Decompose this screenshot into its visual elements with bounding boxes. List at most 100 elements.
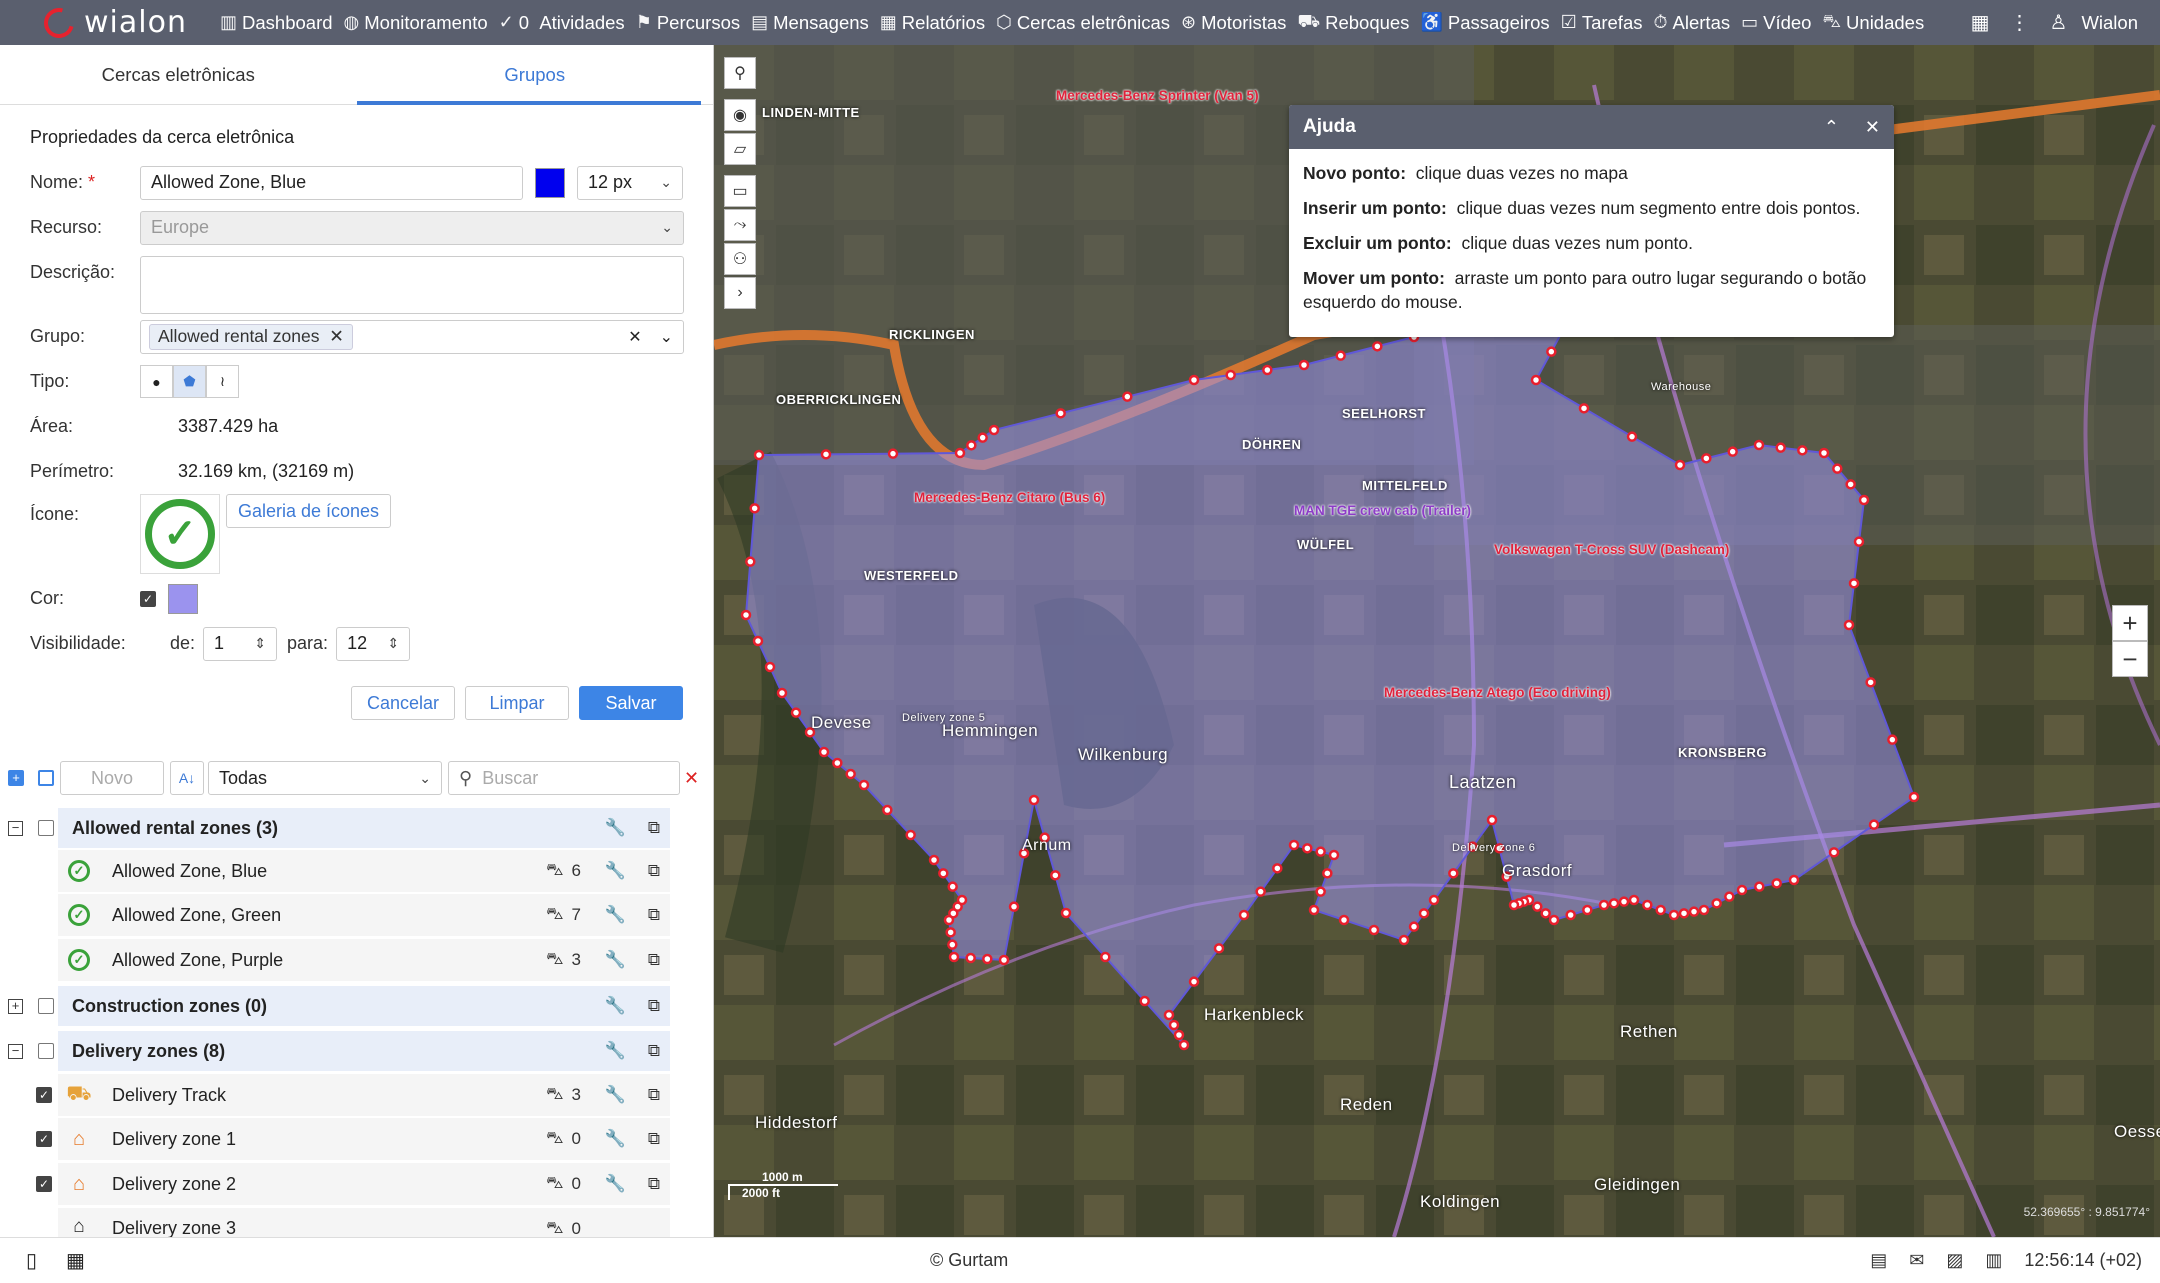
unit-label[interactable]: Mercedes-Benz Citaro (Bus 6) [914,490,1105,505]
map-layers-icon[interactable]: ▱ [724,133,756,165]
geofence-vertex[interactable] [1642,899,1653,911]
geofence-vertex[interactable] [820,449,832,460]
geofence-vertex[interactable] [1398,934,1410,946]
nav-monitoring[interactable]: ◍ Monitoramento [344,12,488,34]
copy-icon[interactable]: ⧉ [648,1041,660,1061]
geofence-vertex[interactable] [1508,899,1520,911]
copy-icon[interactable]: ⧉ [648,905,660,925]
mail-icon[interactable]: ✉ [1909,1250,1924,1271]
user-icon[interactable]: ♙ [2050,10,2068,35]
chevron-right-icon[interactable]: › [724,277,756,309]
route-icon[interactable]: ⤳ [724,209,756,241]
collapse-icon[interactable]: − [8,1043,23,1059]
polygon-type-icon[interactable]: ⬟ [173,365,206,398]
list-item[interactable]: ✓ Allowed Zone, Purple ⛍ 3 🔧 ⧉ [58,939,670,982]
unit-label[interactable]: Volkswagen T-Cross SUV (Dashcam) [1494,542,1729,557]
geofence-vertex[interactable] [1818,447,1830,459]
stepper-icon[interactable]: ⇕ [254,635,266,652]
wrench-icon[interactable]: 🔧 [605,1174,626,1194]
copy-icon[interactable]: ⧉ [648,861,660,881]
geofence-vertex[interactable] [1540,908,1551,919]
geofence-vertex[interactable] [1711,898,1722,909]
geofence-vertex[interactable] [1701,453,1712,464]
unit-label[interactable]: Mercedes-Benz Atego (Eco driving) [1384,685,1611,700]
new-button[interactable]: Novo [60,761,164,795]
geofence-icon-preview[interactable]: ✓ [140,494,220,574]
wrench-icon[interactable]: 🔧 [605,1041,626,1061]
copy-icon[interactable]: ⧉ [648,1174,660,1194]
layout-icon[interactable]: ▥ [1985,1250,2002,1271]
geofence-vertex[interactable] [1028,794,1040,806]
nav-tasks[interactable]: ☑ Tarefas [1561,12,1643,34]
list-item[interactable]: ✓ ⌂ Delivery zone 3 ⛍0 [58,1208,670,1237]
select-all-icon[interactable] [38,770,54,786]
list-item[interactable]: ✓ ⌂ Delivery zone 2 ⛍ 0 🔧 ⧉ [36,1163,670,1206]
copy-icon[interactable]: ⧉ [648,1085,660,1105]
copy-icon[interactable]: ⧉ [648,818,660,838]
geofence-vertex[interactable] [945,927,956,938]
fill-color-picker[interactable] [168,583,198,614]
nav-reports[interactable]: ▦ Relatórios [880,12,985,34]
unit-label[interactable]: MAN TGE crew cab (Trailer) [1294,503,1471,518]
save-button[interactable]: Salvar [579,686,683,720]
item-checkbox[interactable]: ✓ [36,1087,52,1103]
geofence-vertex[interactable] [1288,839,1300,851]
panel-toggle-icon[interactable]: ▯ [26,1248,37,1273]
geofence-vertex[interactable] [1315,846,1326,857]
geofence-vertex[interactable] [1771,878,1782,889]
list-item[interactable]: ✓ Allowed Zone, Blue ⛍ 6 🔧 ⧉ [58,850,670,893]
nav-geofences[interactable]: ⬡ Cercas eletrônicas [996,12,1170,34]
geofence-vertex[interactable] [749,503,760,514]
geofence-vertex[interactable] [740,609,752,621]
item-checkbox[interactable]: ✓ [36,1176,52,1192]
tab-groups[interactable]: Grupos [356,45,714,105]
geofence-vertex[interactable] [858,779,870,791]
geofence-vertex[interactable] [845,768,856,780]
geofence-vertex[interactable] [1908,791,1920,803]
nav-units[interactable]: ⛍ Unidades [1822,11,1924,35]
expand-all-icon[interactable]: + [8,770,24,786]
wrench-icon[interactable]: 🔧 [605,996,626,1016]
geofence-vertex[interactable] [1448,868,1459,879]
geofence-vertex[interactable] [1724,891,1735,902]
messages-icon[interactable]: ▤ [1870,1250,1887,1271]
copy-icon[interactable]: ⧉ [648,1129,660,1149]
geofence-vertex[interactable] [977,432,988,443]
wrench-icon[interactable]: 🔧 [605,861,626,881]
description-textarea[interactable] [140,256,684,314]
geofence-vertex[interactable] [1598,899,1610,911]
geofence-vertex[interactable] [928,854,940,866]
geofence-vertex[interactable] [1338,914,1350,926]
geofence-vertex[interactable] [1173,1029,1185,1041]
nodes-icon[interactable]: ⚇ [724,243,756,275]
group-checkbox[interactable] [38,820,54,836]
zoom-in-button[interactable]: + [2112,605,2148,641]
unit-label[interactable]: Mercedes-Benz Sprinter (Van 5) [1056,88,1259,103]
ruler-icon[interactable]: ▭ [724,175,756,207]
geofence-vertex[interactable] [1797,445,1808,456]
geofence-vertex[interactable] [1626,431,1638,442]
geofence-vertex[interactable] [1618,896,1630,907]
geofence-vertex[interactable] [1262,364,1273,376]
nav-drivers[interactable]: ⊛ Motoristas [1181,12,1286,34]
geofence-vertex[interactable] [1853,536,1865,547]
geofence-vertex[interactable] [1865,677,1876,688]
search-input[interactable]: ⚲ Buscar [448,761,680,795]
geofence-vertex[interactable] [1788,874,1800,886]
geofence-vertex[interactable] [947,939,958,950]
geofence-vertex[interactable] [1858,494,1870,506]
wialon-logo[interactable]: wialon [0,0,220,45]
user-name[interactable]: Wialon [2081,12,2138,34]
grid-icon[interactable]: ▦ [66,1248,85,1273]
item-checkbox[interactable]: ✓ [36,1131,52,1147]
geofence-vertex[interactable] [966,440,977,451]
geofence-vertex[interactable] [887,448,899,459]
name-input[interactable]: Allowed Zone, Blue [140,165,523,200]
geofence-vertex[interactable] [1139,995,1150,1007]
geofence-vertex[interactable] [1578,403,1590,414]
geofence-vertex[interactable] [1255,886,1266,897]
geofence-vertex[interactable] [1122,391,1133,402]
geofence-vertex[interactable] [1428,894,1440,906]
wrench-icon[interactable]: 🔧 [605,950,626,970]
geofence-vertex[interactable] [1754,881,1765,892]
